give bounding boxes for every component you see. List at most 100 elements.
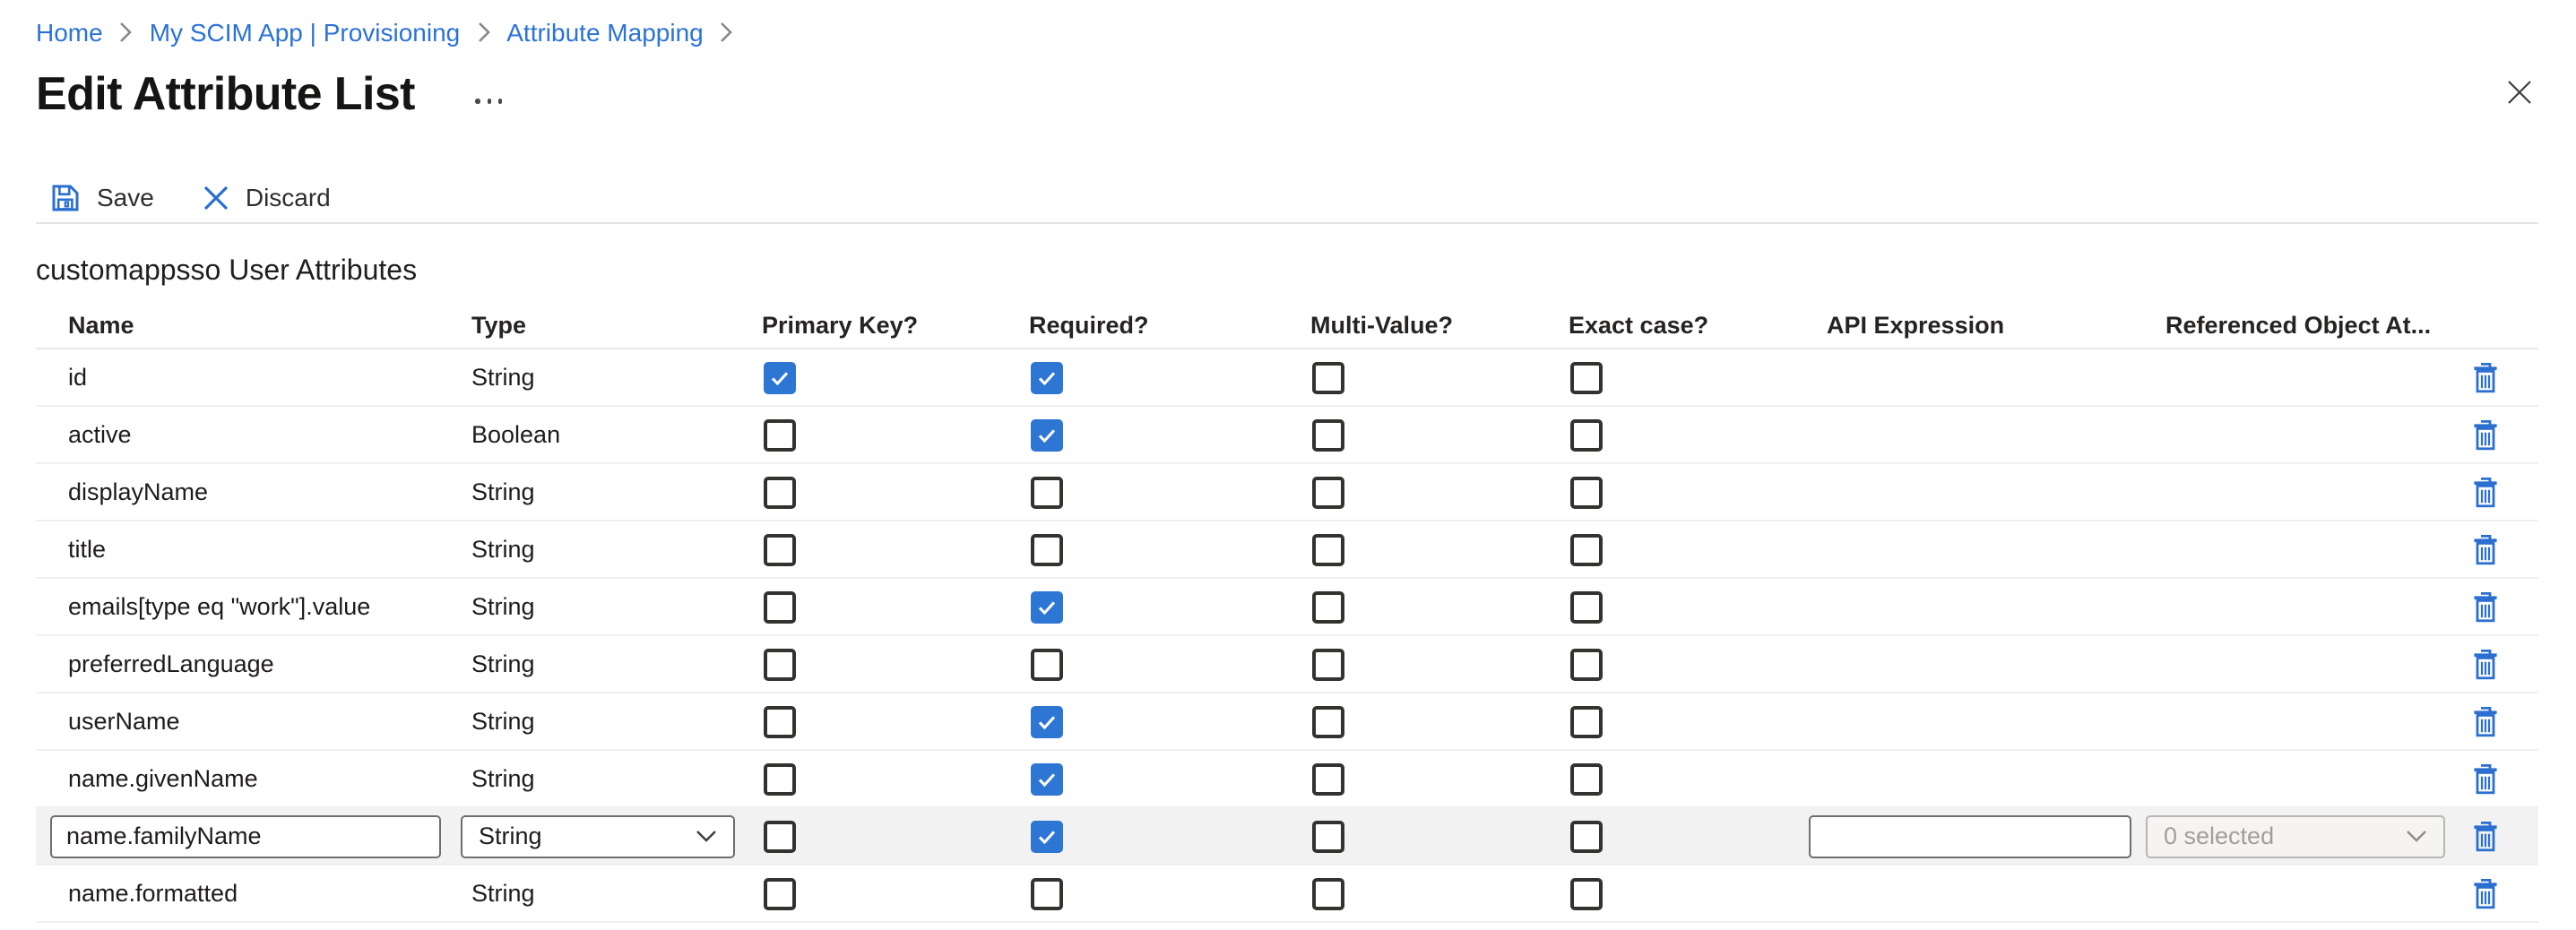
primary-key-checkbox[interactable]	[764, 820, 796, 852]
delete-attribute-button[interactable]	[2470, 705, 2501, 737]
required-checkbox[interactable]	[1031, 361, 1063, 393]
exact-case-checkbox[interactable]	[1570, 705, 1603, 737]
more-options-icon[interactable]	[476, 99, 503, 103]
required-checkbox[interactable]	[1031, 418, 1063, 451]
primary-key-checkbox[interactable]	[764, 361, 796, 393]
delete-attribute-button[interactable]	[2470, 590, 2501, 623]
attribute-type: String	[471, 708, 762, 735]
attribute-name: name.formatted	[36, 880, 471, 907]
exact-case-checkbox[interactable]	[1570, 418, 1603, 451]
attribute-table: Name Type Primary Key? Required? Multi-V…	[36, 301, 2538, 923]
attribute-type: String	[471, 880, 762, 907]
required-checkbox[interactable]	[1031, 762, 1063, 795]
multi-value-checkbox[interactable]	[1312, 820, 1344, 852]
exact-case-checkbox[interactable]	[1570, 762, 1603, 795]
attribute-type: String	[471, 364, 762, 391]
attribute-name: name.givenName	[36, 765, 471, 792]
multi-value-checkbox[interactable]	[1312, 705, 1344, 737]
attribute-type: String	[471, 478, 762, 505]
required-checkbox[interactable]	[1031, 533, 1063, 565]
exact-case-checkbox[interactable]	[1570, 361, 1603, 393]
table-header-row: Name Type Primary Key? Required? Multi-V…	[36, 301, 2538, 349]
save-button[interactable]: Save	[50, 182, 154, 212]
attribute-name: displayName	[36, 478, 471, 505]
required-checkbox[interactable]	[1031, 820, 1063, 852]
divider	[36, 222, 2538, 224]
multi-value-checkbox[interactable]	[1312, 762, 1344, 795]
delete-attribute-button[interactable]	[2470, 533, 2501, 565]
primary-key-checkbox[interactable]	[764, 648, 796, 680]
required-checkbox[interactable]	[1031, 648, 1063, 680]
title-row: Edit Attribute List	[36, 66, 502, 122]
attribute-table-body: id String active Boolean	[36, 349, 2538, 923]
primary-key-checkbox[interactable]	[764, 705, 796, 737]
attribute-name: active	[36, 421, 471, 448]
name-input[interactable]	[50, 814, 441, 857]
exact-case-checkbox[interactable]	[1570, 533, 1603, 565]
primary-key-checkbox[interactable]	[764, 762, 796, 795]
column-header-exact-case: Exact case?	[1569, 311, 1827, 338]
column-header-type: Type	[471, 311, 762, 338]
required-checkbox[interactable]	[1031, 476, 1063, 508]
delete-attribute-button[interactable]	[2470, 820, 2501, 852]
attribute-row: active Boolean	[36, 407, 2538, 464]
exact-case-checkbox[interactable]	[1570, 590, 1603, 623]
exact-case-checkbox[interactable]	[1570, 648, 1603, 680]
breadcrumb-item-home[interactable]: Home	[36, 16, 103, 48]
chevron-right-icon	[119, 22, 134, 43]
attribute-row: emails[type eq "work"].value String	[36, 579, 2538, 636]
breadcrumb-item-provisioning[interactable]: My SCIM App | Provisioning	[150, 16, 461, 48]
delete-attribute-button[interactable]	[2470, 418, 2501, 451]
attribute-type: Boolean	[471, 421, 762, 448]
chevron-down-icon	[696, 830, 717, 842]
type-select-value: String	[479, 822, 542, 849]
delete-attribute-button[interactable]	[2470, 877, 2501, 909]
exact-case-checkbox[interactable]	[1570, 476, 1603, 508]
attribute-type: String	[471, 593, 762, 620]
exact-case-checkbox[interactable]	[1570, 877, 1603, 909]
multi-value-checkbox[interactable]	[1312, 590, 1344, 623]
exact-case-checkbox[interactable]	[1570, 820, 1603, 852]
type-select[interactable]: String	[461, 814, 735, 857]
edit-attribute-list-panel: Home My SCIM App | Provisioning Attribut…	[0, 0, 2576, 930]
discard-x-icon	[203, 184, 229, 211]
multi-value-checkbox[interactable]	[1312, 361, 1344, 393]
column-header-primary-key: Primary Key?	[762, 311, 1029, 338]
multi-value-checkbox[interactable]	[1312, 648, 1344, 680]
discard-button[interactable]: Discard	[203, 183, 331, 211]
primary-key-checkbox[interactable]	[764, 476, 796, 508]
primary-key-checkbox[interactable]	[764, 877, 796, 909]
attribute-type: String	[471, 765, 762, 792]
delete-attribute-button[interactable]	[2470, 762, 2501, 795]
required-checkbox[interactable]	[1031, 590, 1063, 623]
attribute-row: title String	[36, 521, 2538, 579]
attribute-name: userName	[36, 708, 471, 735]
save-label: Save	[97, 183, 154, 211]
attribute-row-editing: String 0 selected	[36, 808, 2538, 865]
referenced-object-select-value: 0 selected	[2164, 822, 2274, 849]
referenced-object-select[interactable]: 0 selected	[2146, 814, 2445, 857]
multi-value-checkbox[interactable]	[1312, 418, 1344, 451]
delete-attribute-button[interactable]	[2470, 648, 2501, 680]
discard-label: Discard	[246, 183, 331, 211]
column-header-multi-value: Multi-Value?	[1310, 311, 1569, 338]
breadcrumb-item-attribute-mapping[interactable]: Attribute Mapping	[506, 16, 703, 48]
primary-key-checkbox[interactable]	[764, 590, 796, 623]
delete-attribute-button[interactable]	[2470, 476, 2501, 508]
attribute-row: name.givenName String	[36, 751, 2538, 808]
chevron-right-icon	[720, 22, 734, 43]
save-icon	[50, 182, 81, 212]
primary-key-checkbox[interactable]	[764, 533, 796, 565]
multi-value-checkbox[interactable]	[1312, 476, 1344, 508]
attribute-name: preferredLanguage	[36, 650, 471, 677]
attribute-row: id String	[36, 349, 2538, 407]
required-checkbox[interactable]	[1031, 877, 1063, 909]
primary-key-checkbox[interactable]	[764, 418, 796, 451]
multi-value-checkbox[interactable]	[1312, 533, 1344, 565]
command-bar: Save Discard	[50, 177, 331, 217]
api-expression-input[interactable]	[1809, 814, 2131, 857]
delete-attribute-button[interactable]	[2470, 361, 2501, 393]
required-checkbox[interactable]	[1031, 705, 1063, 737]
multi-value-checkbox[interactable]	[1312, 877, 1344, 909]
close-icon[interactable]	[2506, 79, 2533, 106]
